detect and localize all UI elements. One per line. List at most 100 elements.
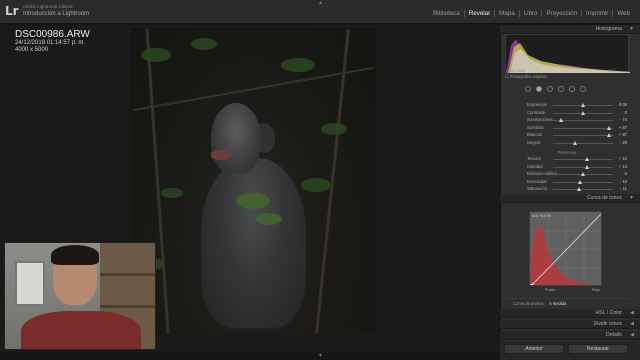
slider-track[interactable] bbox=[553, 189, 613, 191]
slider-value[interactable]: + 13 bbox=[619, 164, 627, 169]
slider-value[interactable]: - 74 bbox=[620, 117, 627, 122]
wall-picture bbox=[15, 261, 45, 306]
photo-dimensions: 4000 x 5000 bbox=[15, 47, 49, 53]
crop-tool-icon[interactable] bbox=[525, 86, 531, 92]
red-eye-icon[interactable] bbox=[547, 86, 553, 92]
dog-body bbox=[201, 158, 306, 328]
slider-thumb[interactable] bbox=[606, 133, 611, 138]
slider-label: Iluminaciones bbox=[527, 117, 553, 123]
slider-label: Claridad bbox=[527, 163, 543, 169]
tool-strip bbox=[505, 84, 629, 94]
presence-label: Presencia bbox=[557, 150, 577, 155]
slider-row[interactable]: Negros - 26 bbox=[505, 140, 629, 146]
previous-button[interactable]: Anterior bbox=[504, 344, 564, 354]
catalog-name: Adobe Lightroom Classic bbox=[23, 4, 74, 9]
slider-track[interactable] bbox=[553, 143, 613, 144]
slider-value[interactable]: 0.00 bbox=[619, 102, 627, 107]
slider-thumb[interactable] bbox=[581, 172, 585, 177]
presenter-shirt bbox=[21, 311, 141, 349]
tone-curve-svg bbox=[530, 212, 601, 285]
slider-label: Textura bbox=[527, 156, 541, 161]
graduated-filter-icon[interactable] bbox=[558, 86, 564, 92]
slider-row[interactable]: Blancos + 87 bbox=[505, 132, 629, 138]
slider-label: Negros bbox=[527, 140, 541, 145]
module-imprimir[interactable]: Imprimir bbox=[581, 10, 612, 17]
module-proyeccion[interactable]: Proyección bbox=[541, 10, 581, 17]
slider-thumb[interactable] bbox=[581, 103, 585, 107]
slider-value[interactable]: + 12 bbox=[619, 156, 627, 161]
slider-row[interactable]: Saturación - 11 bbox=[505, 186, 629, 192]
tone-curve-graph[interactable] bbox=[529, 211, 602, 286]
radial-filter-icon[interactable] bbox=[569, 86, 575, 92]
webcam-overlay bbox=[4, 242, 156, 350]
hsl-header[interactable]: HSL / Color ◀ bbox=[500, 309, 640, 318]
slider-thumb[interactable] bbox=[606, 125, 611, 130]
slider-row[interactable]: Eliminar neblina 0 bbox=[505, 171, 629, 177]
slider-thumb[interactable] bbox=[584, 157, 589, 161]
split-toning-header[interactable]: Dividir tonos ◀ bbox=[500, 320, 640, 329]
spot-removal-icon[interactable] bbox=[536, 86, 542, 92]
slider-label: Sombras bbox=[527, 124, 544, 130]
filmstrip-toggle-icon[interactable]: ▼ bbox=[318, 353, 323, 359]
module-libro[interactable]: Libro bbox=[518, 10, 542, 17]
module-revelar[interactable]: Revelar bbox=[463, 10, 494, 17]
slider-label: Contraste bbox=[527, 109, 546, 115]
histogram-header[interactable]: Histograma ▼ bbox=[500, 25, 640, 34]
slider-thumb[interactable] bbox=[584, 164, 589, 169]
point-curve-label: Curva de puntos : bbox=[513, 301, 547, 306]
slider-row[interactable]: Claridad + 13 bbox=[505, 164, 629, 170]
original-photo-checkbox[interactable]: ☐ Fotografía original bbox=[505, 74, 629, 81]
slider-track[interactable] bbox=[553, 166, 613, 168]
slider-label: Intensidad bbox=[527, 178, 547, 184]
slider-row[interactable]: Iluminaciones - 74 bbox=[505, 117, 629, 123]
slider-track[interactable] bbox=[553, 181, 613, 183]
slider-thumb[interactable] bbox=[578, 179, 582, 184]
histogram[interactable] bbox=[505, 34, 630, 73]
module-biblioteca[interactable]: Biblioteca bbox=[429, 10, 464, 17]
slider-value[interactable]: + 87 bbox=[619, 132, 627, 137]
collapse-icon: ◀ bbox=[630, 332, 634, 338]
lightroom-logo: Lr bbox=[5, 4, 19, 18]
module-mapa[interactable]: Mapa bbox=[494, 10, 518, 17]
adjustment-brush-icon[interactable] bbox=[580, 86, 586, 92]
slider-row[interactable]: Contraste 0 bbox=[505, 110, 629, 116]
point-curve-select[interactable]: A medida bbox=[549, 301, 566, 306]
slider-label: Exposición bbox=[527, 102, 548, 107]
presenter-hair bbox=[51, 245, 99, 265]
tone-curve-footer: Curva de puntos : A medida bbox=[505, 298, 629, 307]
reset-button[interactable]: Restaurar bbox=[568, 344, 628, 354]
module-picker: Biblioteca Revelar Mapa Libro Proyección… bbox=[429, 10, 634, 17]
histogram-aperture: f/4,0 bbox=[608, 68, 616, 73]
slider-value[interactable]: - 26 bbox=[620, 140, 627, 145]
collapse-icon: ◀ bbox=[630, 310, 634, 316]
tone-curve-header[interactable]: Curva de tonos ▼ bbox=[500, 194, 640, 203]
main-photo[interactable] bbox=[131, 28, 376, 334]
detail-header[interactable]: Detalle ◀ bbox=[500, 331, 640, 340]
slider-value[interactable]: + 87 bbox=[619, 125, 627, 130]
slider-track[interactable] bbox=[553, 135, 613, 137]
slider-label: Saturación bbox=[527, 186, 548, 192]
slider-label: Blancos bbox=[527, 132, 542, 138]
slider-row[interactable]: Textura + 12 bbox=[505, 156, 629, 162]
slider-thumb[interactable] bbox=[558, 118, 563, 123]
dog-head bbox=[211, 103, 261, 173]
slider-track[interactable] bbox=[553, 127, 613, 129]
slider-value[interactable]: 0 bbox=[625, 171, 627, 176]
catalog-title[interactable]: Introducción a Lightroom bbox=[23, 11, 89, 17]
photo-filename: DSC00986.ARW bbox=[15, 29, 90, 40]
slider-row[interactable]: Intensidad - 10 bbox=[505, 179, 629, 185]
slider-thumb[interactable] bbox=[581, 110, 585, 115]
slider-thumb[interactable] bbox=[573, 141, 578, 145]
module-web[interactable]: Web bbox=[612, 10, 634, 17]
top-panel-toggle-icon[interactable]: ▲ bbox=[318, 0, 323, 6]
slider-value[interactable]: 0 bbox=[625, 110, 627, 115]
slider-row[interactable]: Exposición 0.00 bbox=[505, 102, 629, 108]
slider-row[interactable]: Sombras + 87 bbox=[505, 125, 629, 131]
histogram-iso: ISO 1600 bbox=[508, 68, 525, 73]
slider-value[interactable]: - 10 bbox=[620, 179, 627, 184]
tone-curve-channel-label: Rojo bbox=[592, 287, 601, 292]
slider-track[interactable] bbox=[553, 159, 613, 160]
slider-thumb[interactable] bbox=[577, 187, 582, 192]
collapse-icon: ▼ bbox=[629, 195, 634, 201]
slider-value[interactable]: - 11 bbox=[620, 186, 627, 191]
